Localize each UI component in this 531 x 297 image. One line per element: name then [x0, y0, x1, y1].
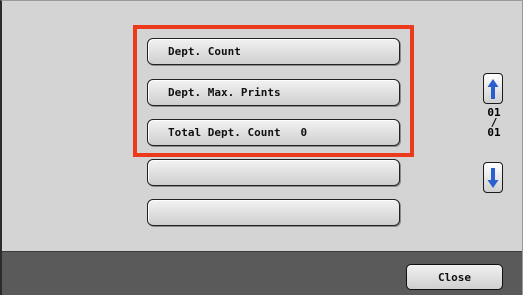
empty-menu-button-1[interactable]: [147, 159, 400, 186]
scroll-up-button[interactable]: [483, 73, 503, 104]
page-total: 01: [487, 126, 501, 139]
total-dept-count-button[interactable]: Total Dept. Count 0: [147, 119, 400, 146]
page-indicator: 01 / 01: [481, 107, 507, 139]
panel-screen: Dept. Count Dept. Max. Prints Total Dept…: [0, 0, 523, 295]
dept-max-prints-button[interactable]: Dept. Max. Prints: [147, 79, 400, 106]
scroll-down-button[interactable]: [483, 162, 503, 193]
arrow-up-icon: [487, 78, 499, 99]
close-button[interactable]: Close: [406, 264, 503, 290]
dept-count-button[interactable]: Dept. Count: [147, 38, 400, 65]
arrow-down-icon: [487, 167, 499, 188]
empty-menu-button-2[interactable]: [147, 199, 400, 226]
